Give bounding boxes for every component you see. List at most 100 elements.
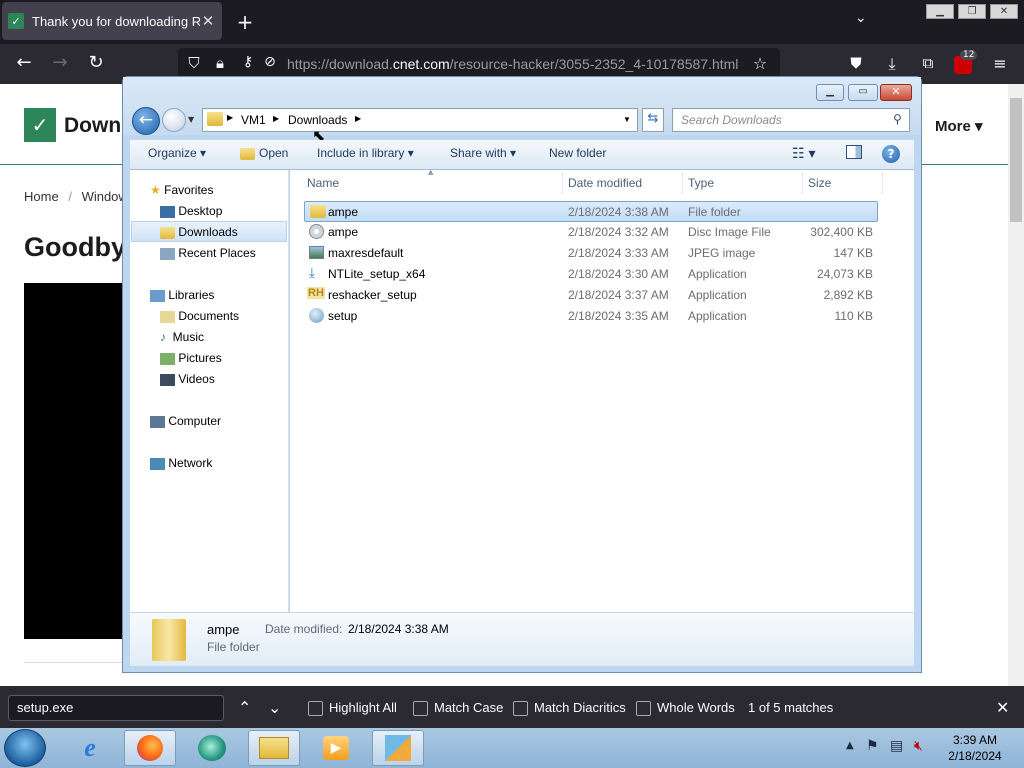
bookmark-star-icon[interactable]: ☆ xyxy=(748,54,772,73)
file-row[interactable]: maxresdefault 2/18/2024 3:33 AM JPEG ima… xyxy=(304,243,878,264)
explorer-maximize-button[interactable]: ▭ xyxy=(848,84,878,101)
taskbar-explorer[interactable] xyxy=(248,730,300,766)
nav-computer[interactable]: Computer xyxy=(150,414,221,428)
address-bar[interactable]: ▶ VM1 ▶ Downloads ▶ ▼ xyxy=(202,108,638,132)
file-row[interactable]: ampe 2/18/2024 3:32 AM Disc Image File 3… xyxy=(304,222,878,243)
explorer-close-button[interactable]: ✕ xyxy=(880,84,912,101)
back-button[interactable]: ← xyxy=(132,107,160,135)
reload-icon[interactable]: ↻ xyxy=(84,52,108,73)
recent-pages-chevron-icon[interactable]: ▼ xyxy=(188,115,194,124)
video-player[interactable] xyxy=(24,283,134,639)
close-window-button[interactable]: ✕ xyxy=(990,4,1018,19)
more-menu-button[interactable]: More ▾ xyxy=(935,117,983,135)
tracking-blocked-icon[interactable]: ⊘ xyxy=(258,54,282,70)
nav-favorites[interactable]: ★ Favorites xyxy=(150,183,213,197)
help-icon[interactable]: ? xyxy=(882,145,900,163)
refresh-icon[interactable]: ⇆ xyxy=(642,108,664,132)
taskbar-installer[interactable] xyxy=(372,730,424,766)
open-button[interactable]: Open xyxy=(240,146,288,160)
nav-desktop[interactable]: Desktop xyxy=(160,204,222,218)
search-icon[interactable]: ⚲ xyxy=(893,112,902,126)
show-hidden-icons[interactable]: ▲ xyxy=(846,740,854,751)
preview-pane-icon[interactable] xyxy=(846,145,862,159)
list-tabs-chevron-icon[interactable]: ⌄ xyxy=(855,10,867,26)
nav-recent-places[interactable]: Recent Places xyxy=(160,246,256,260)
forward-button[interactable] xyxy=(162,108,186,132)
search-input[interactable]: Search Downloads xyxy=(672,108,910,132)
file-row[interactable]: ampe 2/18/2024 3:38 AM File folder xyxy=(304,201,878,222)
file-row[interactable]: setup 2/18/2024 3:35 AM Application 110 … xyxy=(304,306,878,327)
match-case-checkbox[interactable]: Match Case xyxy=(413,700,503,717)
nav-videos[interactable]: Videos xyxy=(160,372,215,386)
address-segment-downloads[interactable]: Downloads xyxy=(288,113,347,127)
chevron-right-icon[interactable]: ▶ xyxy=(355,114,361,123)
disc-image-icon xyxy=(309,224,324,239)
taskbar-firefox[interactable] xyxy=(124,730,176,766)
explorer-minimize-button[interactable]: ▁ xyxy=(816,84,844,101)
shield-icon[interactable]: ⛉ xyxy=(182,54,206,72)
action-center-flag-icon[interactable]: ⚑ xyxy=(866,738,879,754)
pocket-icon[interactable]: ⛊ xyxy=(844,54,868,72)
file-size: 302,400 KB xyxy=(810,225,873,239)
videos-icon xyxy=(160,373,175,386)
file-row[interactable]: RH reshacker_setup 2/18/2024 3:37 AM App… xyxy=(304,285,878,306)
nav-music[interactable]: ♪ Music xyxy=(160,330,204,344)
file-date: 2/18/2024 3:35 AM xyxy=(568,309,669,323)
view-options-icon[interactable]: ☷ ▾ xyxy=(792,145,815,162)
nav-libraries[interactable]: Libraries xyxy=(150,288,214,302)
include-in-library-button[interactable]: Include in library ▾ xyxy=(317,146,414,160)
find-next-icon[interactable]: ⌄ xyxy=(268,698,281,717)
site-logo-text[interactable]: Down xyxy=(64,114,121,138)
column-header-type[interactable]: Type xyxy=(688,176,714,190)
browser-tab[interactable]: ✓ Thank you for downloading Re ✕ xyxy=(2,2,222,40)
back-arrow-icon[interactable]: ← xyxy=(12,52,36,73)
chevron-right-icon[interactable]: ▶ xyxy=(227,113,233,122)
column-header-name[interactable]: Name xyxy=(307,176,339,190)
downloads-icon[interactable]: ⤓ xyxy=(880,54,904,74)
taskbar-media-player[interactable]: ▶ xyxy=(310,730,362,766)
address-segment-vm1[interactable]: VM1 xyxy=(241,113,266,127)
permissions-icon[interactable]: ⚷ xyxy=(236,54,260,70)
column-header-date[interactable]: Date modified xyxy=(568,176,642,190)
column-header-size[interactable]: Size xyxy=(808,176,831,190)
image-icon xyxy=(309,246,324,259)
taskbar-ie[interactable]: e xyxy=(64,730,116,766)
highlight-all-checkbox[interactable]: Highlight All xyxy=(308,700,397,717)
lock-icon[interactable]: 🔒︎ xyxy=(208,54,232,72)
close-tab-icon[interactable]: ✕ xyxy=(200,12,216,30)
breadcrumb-home[interactable]: Home xyxy=(24,189,59,204)
extensions-icon[interactable]: ⧉ xyxy=(916,54,940,72)
minimize-button[interactable]: ▁ xyxy=(926,4,954,19)
whole-words-checkbox[interactable]: Whole Words xyxy=(636,700,735,717)
new-tab-button[interactable]: + xyxy=(234,10,256,34)
page-scrollbar[interactable] xyxy=(1008,84,1024,686)
address-dropdown-icon[interactable]: ▼ xyxy=(623,115,631,124)
start-button[interactable] xyxy=(4,729,46,767)
network-tray-icon[interactable]: ▤ xyxy=(890,738,903,754)
folder-large-icon xyxy=(152,619,186,661)
nav-pictures[interactable]: Pictures xyxy=(160,351,222,365)
file-name: ampe xyxy=(328,205,359,219)
file-row[interactable]: ⤓ NTLite_setup_x64 2/18/2024 3:30 AM App… xyxy=(304,264,878,285)
chevron-right-icon[interactable]: ▶ xyxy=(273,114,279,123)
nav-downloads[interactable]: Downloads xyxy=(160,225,238,239)
tab-title: Thank you for downloading Re xyxy=(32,13,200,29)
organize-button[interactable]: Organize ▾ xyxy=(148,146,206,160)
restore-button[interactable]: ❐ xyxy=(958,4,986,19)
nav-network[interactable]: Network xyxy=(150,456,212,470)
scrollbar-thumb[interactable] xyxy=(1010,98,1022,222)
nav-documents[interactable]: Documents xyxy=(160,309,239,323)
match-diacritics-checkbox[interactable]: Match Diacritics xyxy=(513,700,626,717)
forward-arrow-icon[interactable]: → xyxy=(48,52,72,73)
url-text[interactable]: https://download.cnet.com/resource-hacke… xyxy=(287,56,738,72)
taskbar-app[interactable] xyxy=(186,730,238,766)
close-findbar-icon[interactable]: ✕ xyxy=(996,698,1009,717)
cnet-logo-icon[interactable]: ✓ xyxy=(24,108,56,142)
volume-muted-icon[interactable]: 🔇︎ xyxy=(914,738,923,754)
find-input[interactable]: setup.exe xyxy=(8,695,224,721)
menu-hamburger-icon[interactable]: ≡ xyxy=(988,54,1012,73)
share-with-button[interactable]: Share with ▾ xyxy=(450,146,516,160)
find-previous-icon[interactable]: ⌃ xyxy=(238,698,251,717)
new-folder-button[interactable]: New folder xyxy=(549,146,606,160)
system-clock[interactable]: 3:39 AM 2/18/2024 xyxy=(940,732,1010,764)
